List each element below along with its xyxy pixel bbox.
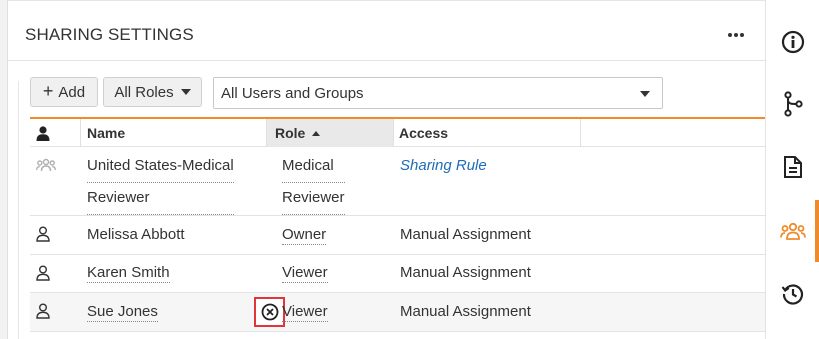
user-icon [36, 303, 56, 323]
panel-header: SHARING SETTINGS [8, 1, 765, 61]
header-person-icon [36, 119, 56, 147]
row-access: Manual Assignment [400, 226, 531, 243]
table-row: Melissa Abbott Owner Manual Assignment [30, 216, 765, 255]
caret-down-icon [640, 91, 650, 97]
add-button-label: Add [58, 83, 86, 101]
info-button[interactable] [766, 22, 819, 62]
row-access-link[interactable]: Sharing Rule [400, 151, 487, 181]
column-name[interactable]: Name [87, 119, 125, 147]
column-access[interactable]: Access [399, 119, 448, 147]
table-row: Karen Smith Viewer Manual Assignment [30, 255, 765, 293]
history-icon [781, 284, 804, 305]
table-header: Name Role Access [30, 117, 765, 147]
user-icon [36, 226, 56, 246]
remove-member-button[interactable] [254, 297, 285, 327]
row-name-link[interactable]: United States-Medical Reviewer [87, 151, 234, 215]
row-role-link[interactable]: Medical Reviewer [282, 151, 345, 215]
row-name-link[interactable]: Sue Jones [87, 297, 158, 327]
panel-title: SHARING SETTINGS [25, 25, 194, 44]
sharing-users-icon [780, 222, 806, 240]
row-name: Melissa Abbott [87, 226, 185, 243]
roles-dropdown[interactable]: All Roles [103, 77, 202, 107]
column-role-label: Role [275, 125, 306, 141]
sharing-settings-panel: SHARING SETTINGS + Add All Roles All Use… [8, 0, 765, 339]
user-icon [36, 265, 56, 285]
plus-icon: + [42, 81, 54, 101]
remove-circle-icon [261, 303, 278, 321]
more-options-button[interactable] [724, 25, 748, 45]
row-role-link[interactable]: Viewer [282, 258, 328, 288]
info-circle-icon [781, 30, 805, 54]
document-icon [784, 156, 802, 178]
users-groups-select-value: All Users and Groups [221, 84, 364, 102]
users-groups-select[interactable]: All Users and Groups [213, 77, 663, 109]
group-icon [36, 158, 56, 178]
roles-dropdown-label: All Roles [114, 83, 174, 101]
add-button[interactable]: + Add [30, 77, 98, 107]
sort-ascending-icon [312, 130, 321, 136]
row-access: Manual Assignment [400, 303, 531, 320]
branch-button[interactable] [766, 84, 819, 124]
row-access: Manual Assignment [400, 264, 531, 281]
table-row: Sue Jones Viewer Manual Assignment [30, 293, 765, 332]
caret-down-icon [180, 89, 191, 95]
row-name-link[interactable]: Karen Smith [87, 258, 170, 288]
history-button[interactable] [766, 274, 819, 314]
table-row: United States-Medical Reviewer Medical R… [30, 148, 765, 216]
branch-icon [784, 91, 803, 117]
right-icon-rail [765, 0, 819, 339]
left-edge [0, 0, 8, 339]
active-indicator [815, 200, 819, 262]
document-button[interactable] [766, 147, 819, 187]
inner-divider [18, 81, 19, 339]
sharing-button[interactable] [766, 211, 819, 251]
row-role-link[interactable]: Owner [282, 220, 327, 250]
column-role-sorted[interactable]: Role [267, 119, 393, 147]
row-role-link[interactable]: Viewer [282, 297, 328, 327]
more-horizontal-icon [728, 33, 732, 37]
